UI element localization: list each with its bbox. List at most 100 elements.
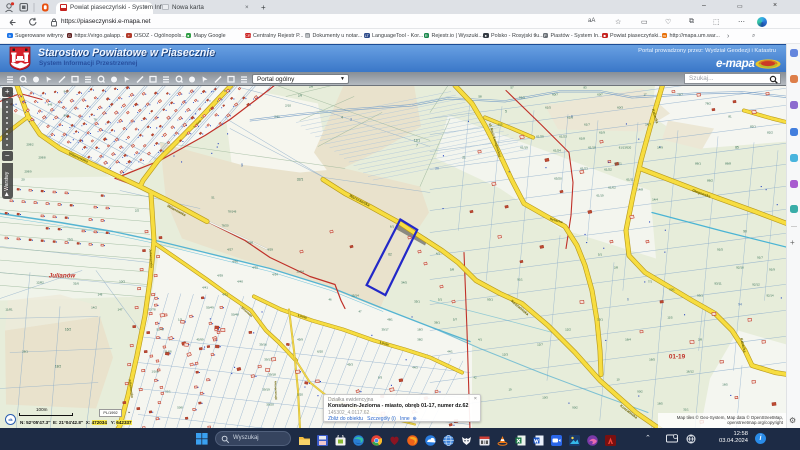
svg-text:2/8: 2/8: [309, 86, 314, 89]
svg-text:18/3: 18/3: [417, 327, 423, 331]
svg-text:51: 51: [211, 195, 215, 199]
svg-text:58: 58: [478, 94, 482, 98]
svg-text:45/3: 45/3: [347, 362, 353, 366]
svg-text:82/2: 82/2: [767, 130, 773, 134]
svg-text:47: 47: [358, 309, 362, 313]
svg-text:146: 146: [98, 292, 103, 296]
svg-text:105: 105: [497, 122, 502, 126]
svg-text:61/24: 61/24: [553, 148, 561, 152]
svg-text:78/146: 78/146: [228, 209, 237, 213]
svg-text:92/10: 92/10: [736, 265, 744, 269]
svg-text:91/7: 91/7: [757, 255, 763, 259]
svg-text:75/5: 75/5: [67, 237, 73, 241]
svg-text:92/12: 92/12: [752, 282, 760, 286]
svg-text:53/78: 53/78: [149, 307, 156, 311]
svg-text:16/4: 16/4: [625, 337, 631, 341]
svg-text:61/11: 61/11: [626, 177, 634, 181]
svg-text:91/5: 91/5: [717, 247, 723, 251]
svg-text:35/1: 35/1: [414, 299, 420, 303]
svg-text:4/1: 4/1: [436, 251, 441, 255]
svg-text:45/9: 45/9: [297, 337, 303, 341]
svg-text:85: 85: [735, 145, 739, 149]
svg-text:4/34: 4/34: [272, 272, 278, 276]
svg-text:Julianów: Julianów: [49, 272, 77, 279]
svg-text:20: 20: [435, 166, 439, 170]
svg-text:10/3: 10/3: [542, 395, 548, 399]
svg-text:4/29: 4/29: [267, 247, 273, 251]
svg-text:209/9: 209/9: [25, 169, 32, 173]
svg-text:93/1: 93/1: [487, 297, 493, 301]
svg-text:14/7: 14/7: [645, 122, 651, 126]
svg-text:26/1: 26/1: [22, 349, 28, 353]
svg-text:12/2: 12/2: [565, 327, 571, 331]
svg-text:39/17: 39/17: [264, 357, 272, 361]
svg-text:21: 21: [462, 155, 466, 159]
svg-text:78/20: 78/20: [222, 223, 229, 227]
svg-text:78/7: 78/7: [677, 92, 683, 96]
svg-text:48/1: 48/1: [387, 317, 393, 321]
svg-text:4/35: 4/35: [252, 265, 258, 269]
svg-text:6/1: 6/1: [390, 224, 395, 228]
svg-text:2/10: 2/10: [285, 103, 291, 107]
svg-text:61/23: 61/23: [580, 166, 588, 170]
svg-text:81: 81: [728, 114, 732, 118]
svg-text:20: 20: [21, 177, 25, 181]
svg-text:86/8: 86/8: [725, 161, 731, 165]
svg-text:11/81: 11/81: [5, 307, 13, 311]
svg-text:78: 78: [93, 117, 97, 121]
svg-text:5/1: 5/1: [438, 297, 443, 301]
svg-text:209/8: 209/8: [39, 155, 46, 159]
svg-text:4/36: 4/36: [232, 259, 238, 263]
svg-text:61/22: 61/22: [604, 167, 612, 171]
svg-text:61/19: 61/19: [597, 193, 604, 197]
svg-text:51/1: 51/1: [165, 389, 171, 393]
svg-text:61/13/520: 61/13/520: [619, 145, 632, 149]
svg-text:16/5: 16/5: [722, 382, 728, 386]
svg-text:61/23: 61/23: [559, 134, 567, 138]
svg-text:92/14: 92/14: [767, 293, 774, 297]
svg-text:31/1: 31/1: [683, 407, 689, 411]
svg-text:14/8: 14/8: [637, 187, 643, 191]
svg-text:61/19: 61/19: [520, 145, 528, 149]
svg-text:34/5: 34/5: [401, 280, 407, 284]
svg-text:61/02: 61/02: [608, 185, 616, 189]
svg-text:12/82: 12/82: [36, 280, 44, 284]
svg-text:32/1: 32/1: [297, 177, 304, 181]
svg-text:4/40: 4/40: [237, 279, 243, 283]
svg-text:61/5: 61/5: [545, 105, 551, 109]
svg-text:39/18: 39/18: [268, 372, 276, 376]
svg-text:13/1: 13/1: [597, 317, 603, 321]
svg-text:42: 42: [473, 375, 477, 379]
svg-text:61/25: 61/25: [536, 134, 544, 138]
svg-text:39/16: 39/16: [259, 342, 267, 346]
svg-text:4/31: 4/31: [222, 292, 228, 296]
svg-text:16/5: 16/5: [657, 401, 663, 405]
svg-text:51/78: 51/78: [157, 327, 164, 331]
svg-text:36/1: 36/1: [434, 320, 440, 324]
svg-text:4/41: 4/41: [202, 285, 208, 289]
svg-text:5/8: 5/8: [450, 267, 455, 271]
svg-text:86/2: 86/2: [707, 178, 713, 182]
svg-text:12/7: 12/7: [537, 342, 543, 346]
svg-text:12/1: 12/1: [414, 138, 420, 142]
svg-text:65/20: 65/20: [554, 176, 562, 180]
svg-text:14/2: 14/2: [91, 305, 97, 309]
svg-text:90/1: 90/1: [669, 287, 675, 291]
svg-text:846: 846: [48, 102, 53, 106]
svg-text:12/3: 12/3: [502, 352, 508, 356]
svg-text:14/4: 14/4: [652, 197, 658, 201]
svg-text:94: 94: [738, 302, 742, 306]
svg-text:6: 6: [627, 297, 629, 301]
svg-text:93/11: 93/11: [714, 281, 722, 285]
svg-text:45/99: 45/99: [197, 337, 204, 341]
svg-text:4/27: 4/27: [227, 247, 233, 251]
svg-text:18/2: 18/2: [55, 364, 61, 368]
svg-text:5/1: 5/1: [598, 252, 603, 256]
svg-text:16/5: 16/5: [649, 357, 655, 361]
svg-text:39/19: 39/19: [262, 387, 270, 391]
svg-text:847: 847: [64, 113, 69, 117]
svg-text:▶ Warstwy: ▶ Warstwy: [4, 171, 10, 196]
svg-text:44/1: 44/1: [447, 349, 453, 353]
svg-text:44/3: 44/3: [412, 365, 418, 369]
svg-text:51/5: 51/5: [519, 95, 525, 99]
